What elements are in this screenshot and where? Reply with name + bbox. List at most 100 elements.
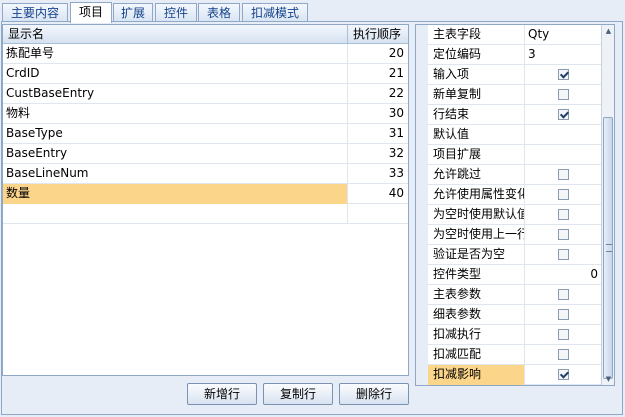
property-row[interactable]: 输入项 (416, 65, 601, 85)
property-value (525, 225, 601, 245)
property-value-text[interactable] (525, 125, 601, 145)
property-label: 扣减匹配 (428, 345, 525, 365)
row-gutter (416, 45, 428, 65)
property-row[interactable]: 定位编码 3 (416, 45, 601, 65)
property-row[interactable]: 允许使用属性变化 (416, 185, 601, 205)
cell-order: 33 (388, 166, 404, 180)
property-row[interactable]: 扣减执行 (416, 325, 601, 345)
scrollbar-thumb[interactable] (603, 117, 613, 379)
property-checkbox[interactable] (558, 169, 569, 180)
property-value-number[interactable]: 0 (525, 265, 601, 285)
tab-extension[interactable]: 扩展 (113, 3, 153, 21)
property-checkbox[interactable] (558, 109, 569, 120)
property-label: 行结束 (428, 105, 525, 125)
cell-order: 30 (388, 106, 404, 120)
row-gutter (416, 245, 428, 265)
property-checkbox[interactable] (558, 289, 569, 300)
property-value (525, 325, 601, 345)
grip-icon (606, 244, 612, 252)
property-checkbox[interactable] (558, 329, 569, 340)
tab-table[interactable]: 表格 (198, 3, 240, 21)
property-row[interactable]: 为空时使用上一行 (416, 225, 601, 245)
property-checkbox[interactable] (558, 209, 569, 220)
property-row[interactable]: 行结束 (416, 105, 601, 125)
property-checkbox[interactable] (558, 189, 569, 200)
property-checkbox[interactable] (558, 229, 569, 240)
scroll-down-icon[interactable]: ▼ (602, 373, 614, 385)
tab-main-content[interactable]: 主要内容 (2, 3, 68, 21)
property-row[interactable]: 验证是否为空 (416, 245, 601, 265)
property-label: 项目扩展 (428, 145, 525, 165)
cell-order: 32 (388, 146, 404, 160)
property-value (525, 345, 601, 365)
property-row[interactable]: 为空时使用默认值 (416, 205, 601, 225)
property-label: 主表参数 (428, 285, 525, 305)
property-row[interactable]: 默认值 (416, 125, 601, 145)
add-row-button[interactable]: 新增行 (187, 383, 257, 405)
copy-row-button[interactable]: 复制行 (263, 383, 333, 405)
property-value-text[interactable] (525, 145, 601, 165)
cell-name: BaseEntry (3, 144, 348, 164)
row-gutter (416, 205, 428, 225)
property-value-text[interactable]: 3 (525, 45, 601, 65)
table-row[interactable]: CustBaseEntry 22 (3, 84, 408, 104)
property-label: 默认值 (428, 125, 525, 145)
table-row[interactable]: 物料 30 (3, 104, 408, 124)
property-row[interactable]: 允许跳过 (416, 165, 601, 185)
row-gutter (416, 85, 428, 105)
property-row[interactable]: 细表参数 (416, 305, 601, 325)
cell-name: BaseLineNum (3, 164, 348, 184)
tab-items[interactable]: 项目 (70, 2, 112, 23)
property-row[interactable]: 新单复制 (416, 85, 601, 105)
row-gutter (416, 285, 428, 305)
property-checkbox[interactable] (558, 89, 569, 100)
property-value (525, 205, 601, 225)
property-row[interactable]: 项目扩展 (416, 145, 601, 165)
table-row[interactable]: BaseEntry 32 (3, 144, 408, 164)
property-row[interactable]: 主表参数 (416, 285, 601, 305)
property-row-selected[interactable]: 扣减影响 (416, 365, 601, 385)
property-checkbox[interactable] (558, 309, 569, 320)
property-label: 为空时使用上一行 (428, 225, 525, 245)
cell-order: 22 (388, 86, 404, 100)
property-row[interactable]: 控件类型 0 (416, 265, 601, 285)
column-header-display-name[interactable]: 显示名 (3, 25, 348, 43)
scroll-up-icon[interactable]: ▲ (602, 25, 614, 37)
property-label: 为空时使用默认值 (428, 205, 525, 225)
property-value (525, 365, 601, 385)
property-label: 新单复制 (428, 85, 525, 105)
table-row[interactable]: 拣配单号 20 (3, 44, 408, 64)
row-gutter (416, 225, 428, 245)
table-row[interactable]: BaseType 31 (3, 124, 408, 144)
tab-controls[interactable]: 控件 (155, 3, 197, 21)
row-gutter (416, 65, 428, 85)
property-checkbox[interactable] (558, 69, 569, 80)
cell-order: 21 (388, 66, 404, 80)
property-row[interactable]: 扣减匹配 (416, 345, 601, 365)
property-value (525, 245, 601, 265)
row-gutter (416, 25, 428, 45)
cell-name: 数量 (3, 184, 348, 204)
cell-order: 40 (388, 186, 404, 200)
tab-deduct-mode[interactable]: 扣减模式 (242, 3, 308, 21)
property-checkbox[interactable] (558, 349, 569, 360)
table-row-selected[interactable]: 数量 40 (3, 184, 408, 204)
table-row-empty[interactable] (3, 204, 408, 224)
property-value (525, 165, 601, 185)
property-row[interactable]: 主表字段 Qty (416, 25, 601, 45)
property-checkbox[interactable] (558, 249, 569, 260)
property-scrollbar[interactable]: ▲ ▼ (601, 25, 614, 385)
property-value-text[interactable]: Qty (525, 25, 601, 45)
items-grid: 显示名 执行顺序 拣配单号 20 CrdID 21 CustBaseEntry 22 … (2, 24, 409, 376)
delete-row-button[interactable]: 删除行 (339, 383, 409, 405)
row-gutter (416, 185, 428, 205)
table-row[interactable]: CrdID 21 (3, 64, 408, 84)
cell-name: 拣配单号 (3, 44, 348, 64)
property-label: 允许使用属性变化 (428, 185, 525, 205)
table-row[interactable]: BaseLineNum 33 (3, 164, 408, 184)
cell-order (348, 204, 408, 224)
property-checkbox[interactable] (558, 369, 569, 380)
property-label: 输入项 (428, 65, 525, 85)
column-header-exec-order[interactable]: 执行顺序 (348, 25, 408, 43)
property-label: 验证是否为空 (428, 245, 525, 265)
